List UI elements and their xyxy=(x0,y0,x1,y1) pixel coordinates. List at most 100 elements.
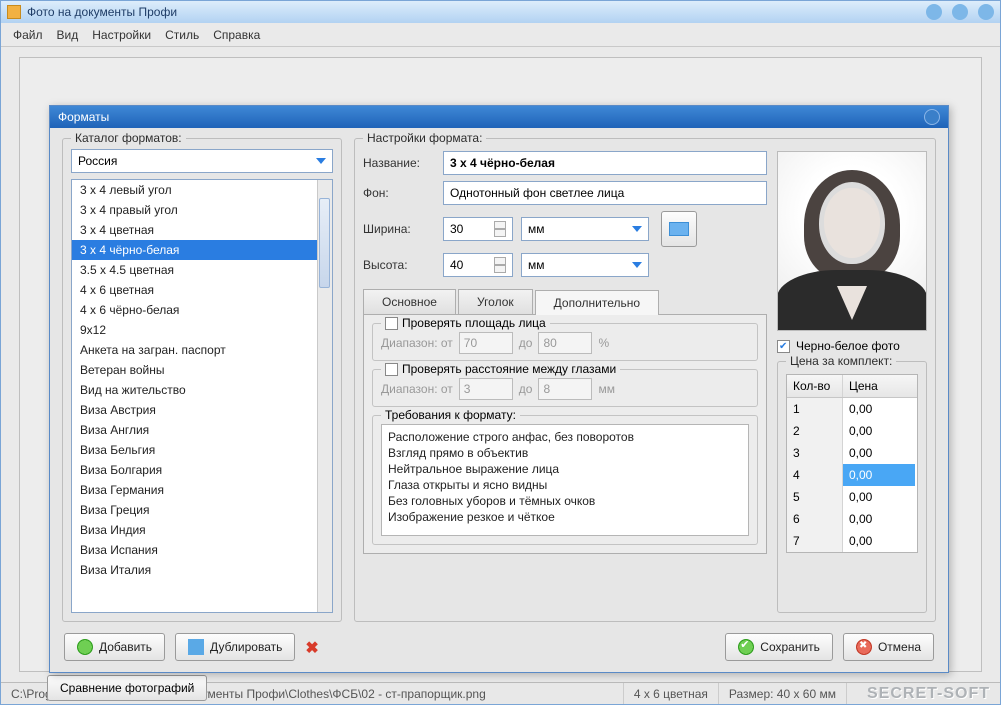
maximize-button[interactable] xyxy=(952,4,968,20)
price-row[interactable]: 20,00 xyxy=(787,420,917,442)
app-icon xyxy=(7,5,21,19)
cancel-button[interactable]: Отмена xyxy=(843,633,934,661)
watermark: SECRET-SOFT xyxy=(867,685,1000,703)
status-format: 4 x 6 цветная xyxy=(624,683,719,704)
link-dims-button[interactable] xyxy=(661,211,697,247)
dialog-close-button[interactable] xyxy=(924,109,940,125)
catalog-legend: Каталог форматов: xyxy=(71,131,186,145)
format-item[interactable]: Виза Германия xyxy=(72,480,317,500)
format-item[interactable]: Виза Греция xyxy=(72,500,317,520)
format-listbox[interactable]: 3 x 4 левый угол3 x 4 правый угол3 x 4 ц… xyxy=(71,179,333,613)
settings-legend: Настройки формата: xyxy=(363,131,486,145)
format-item[interactable]: Виза Индия xyxy=(72,520,317,540)
card-icon xyxy=(669,222,689,236)
add-button[interactable]: Добавить xyxy=(64,633,165,661)
price-row[interactable]: 70,00 xyxy=(787,530,917,552)
width-spinner[interactable]: 30 xyxy=(443,217,513,241)
dialog-titlebar[interactable]: Форматы xyxy=(50,106,948,128)
check-icon xyxy=(738,639,754,655)
menu-view[interactable]: Вид xyxy=(57,28,79,42)
format-item[interactable]: 3 x 4 левый угол xyxy=(72,180,317,200)
requirements-list[interactable]: Расположение строго анфас, без поворотов… xyxy=(381,424,749,536)
compare-photos-button[interactable]: Сравнение фотографий xyxy=(47,675,207,701)
price-table[interactable]: Кол-воЦена 10,0020,0030,0040,0050,0060,0… xyxy=(786,374,918,553)
requirement-item: Нейтральное выражение лица xyxy=(388,461,742,477)
eyes-unit: мм xyxy=(598,382,615,396)
status-size: Размер: 40 x 60 мм xyxy=(719,683,847,704)
price-row[interactable]: 10,00 xyxy=(787,398,917,420)
check-eyes-label: Проверять расстояние между глазами xyxy=(402,362,616,376)
format-item[interactable]: 3.5 x 4.5 цветная xyxy=(72,260,317,280)
check-eyes-checkbox[interactable] xyxy=(385,363,398,376)
format-item[interactable]: Ветеран войны xyxy=(72,360,317,380)
scroll-thumb[interactable] xyxy=(319,198,330,288)
format-item[interactable]: 3 x 4 правый угол xyxy=(72,200,317,220)
requirement-item: Глаза открыты и ясно видны xyxy=(388,477,742,493)
range-from-label: Диапазон: от xyxy=(381,336,453,350)
name-input[interactable]: 3 x 4 чёрно-белая xyxy=(443,151,767,175)
tab-main[interactable]: Основное xyxy=(363,289,456,314)
width-label: Ширина: xyxy=(363,222,435,236)
format-item[interactable]: Виза Австрия xyxy=(72,400,317,420)
menu-settings[interactable]: Настройки xyxy=(92,28,151,42)
tabs: Основное Уголок Дополнительно xyxy=(363,289,767,314)
country-combo[interactable]: Россия xyxy=(71,149,333,173)
preview-photo xyxy=(777,151,927,331)
eyes-dist-group: Проверять расстояние между глазами Диапа… xyxy=(372,369,758,407)
height-unit-combo[interactable]: мм xyxy=(521,253,649,277)
face-from-spinner: 70 xyxy=(459,332,513,354)
format-item[interactable]: Виза Бельгия xyxy=(72,440,317,460)
chevron-down-icon xyxy=(632,262,642,268)
plus-icon xyxy=(77,639,93,655)
bw-checkbox[interactable] xyxy=(777,340,790,353)
col-qty: Кол-во xyxy=(787,375,843,397)
close-button[interactable] xyxy=(978,4,994,20)
delete-button[interactable] xyxy=(305,638,323,656)
requirement-item: Без головных уборов и тёмных очков xyxy=(388,493,742,509)
format-item[interactable]: 4 x 6 цветная xyxy=(72,280,317,300)
tab-pane-additional: Проверять площадь лица Диапазон: от 70 д… xyxy=(363,314,767,554)
requirement-item: Изображение резкое и чёткое xyxy=(388,509,742,525)
save-button[interactable]: Сохранить xyxy=(725,633,833,661)
titlebar[interactable]: Фото на документы Профи xyxy=(1,1,1000,23)
check-face-label: Проверять площадь лица xyxy=(402,316,546,330)
x-icon xyxy=(856,639,872,655)
format-item[interactable]: 3 x 4 цветная xyxy=(72,220,317,240)
menu-help[interactable]: Справка xyxy=(213,28,260,42)
height-spinner[interactable]: 40 xyxy=(443,253,513,277)
menu-style[interactable]: Стиль xyxy=(165,28,199,42)
face-to-spinner: 80 xyxy=(538,332,592,354)
tab-corner[interactable]: Уголок xyxy=(458,289,533,314)
minimize-button[interactable] xyxy=(926,4,942,20)
duplicate-button[interactable]: Дублировать xyxy=(175,633,295,661)
menubar: Файл Вид Настройки Стиль Справка xyxy=(1,23,1000,47)
requirement-item: Взгляд прямо в объектив xyxy=(388,445,742,461)
price-row[interactable]: 40,00 xyxy=(787,464,917,486)
menu-file[interactable]: Файл xyxy=(13,28,43,42)
format-item[interactable]: Вид на жительство xyxy=(72,380,317,400)
format-item[interactable]: Виза Италия xyxy=(72,560,317,580)
price-row[interactable]: 50,00 xyxy=(787,486,917,508)
chevron-down-icon xyxy=(632,226,642,232)
price-groupbox: Цена за комплект: Кол-воЦена 10,0020,003… xyxy=(777,361,927,613)
tab-additional[interactable]: Дополнительно xyxy=(535,290,659,315)
app-window: Фото на документы Профи Файл Вид Настрой… xyxy=(0,0,1001,705)
check-face-checkbox[interactable] xyxy=(385,317,398,330)
format-item[interactable]: Виза Испания xyxy=(72,540,317,560)
col-price: Цена xyxy=(843,375,915,397)
format-item[interactable]: 4 x 6 чёрно-белая xyxy=(72,300,317,320)
price-legend: Цена за комплект: xyxy=(786,354,896,368)
format-item[interactable]: Анкета на загран. паспорт xyxy=(72,340,317,360)
formats-dialog: Форматы Каталог форматов: Россия 3 x 4 л… xyxy=(49,105,949,673)
price-row[interactable]: 60,00 xyxy=(787,508,917,530)
settings-groupbox: Настройки формата: Название: 3 x 4 чёрно… xyxy=(354,138,936,622)
bg-input[interactable]: Однотонный фон светлее лица xyxy=(443,181,767,205)
format-item[interactable]: Виза Англия xyxy=(72,420,317,440)
format-item[interactable]: Виза Болгария xyxy=(72,460,317,480)
format-item[interactable]: 3 x 4 чёрно-белая xyxy=(72,240,317,260)
catalog-groupbox: Каталог форматов: Россия 3 x 4 левый уго… xyxy=(62,138,342,622)
width-unit-combo[interactable]: мм xyxy=(521,217,649,241)
format-item[interactable]: 9x12 xyxy=(72,320,317,340)
price-row[interactable]: 30,00 xyxy=(787,442,917,464)
requirements-group: Требования к формату: Расположение строг… xyxy=(372,415,758,545)
